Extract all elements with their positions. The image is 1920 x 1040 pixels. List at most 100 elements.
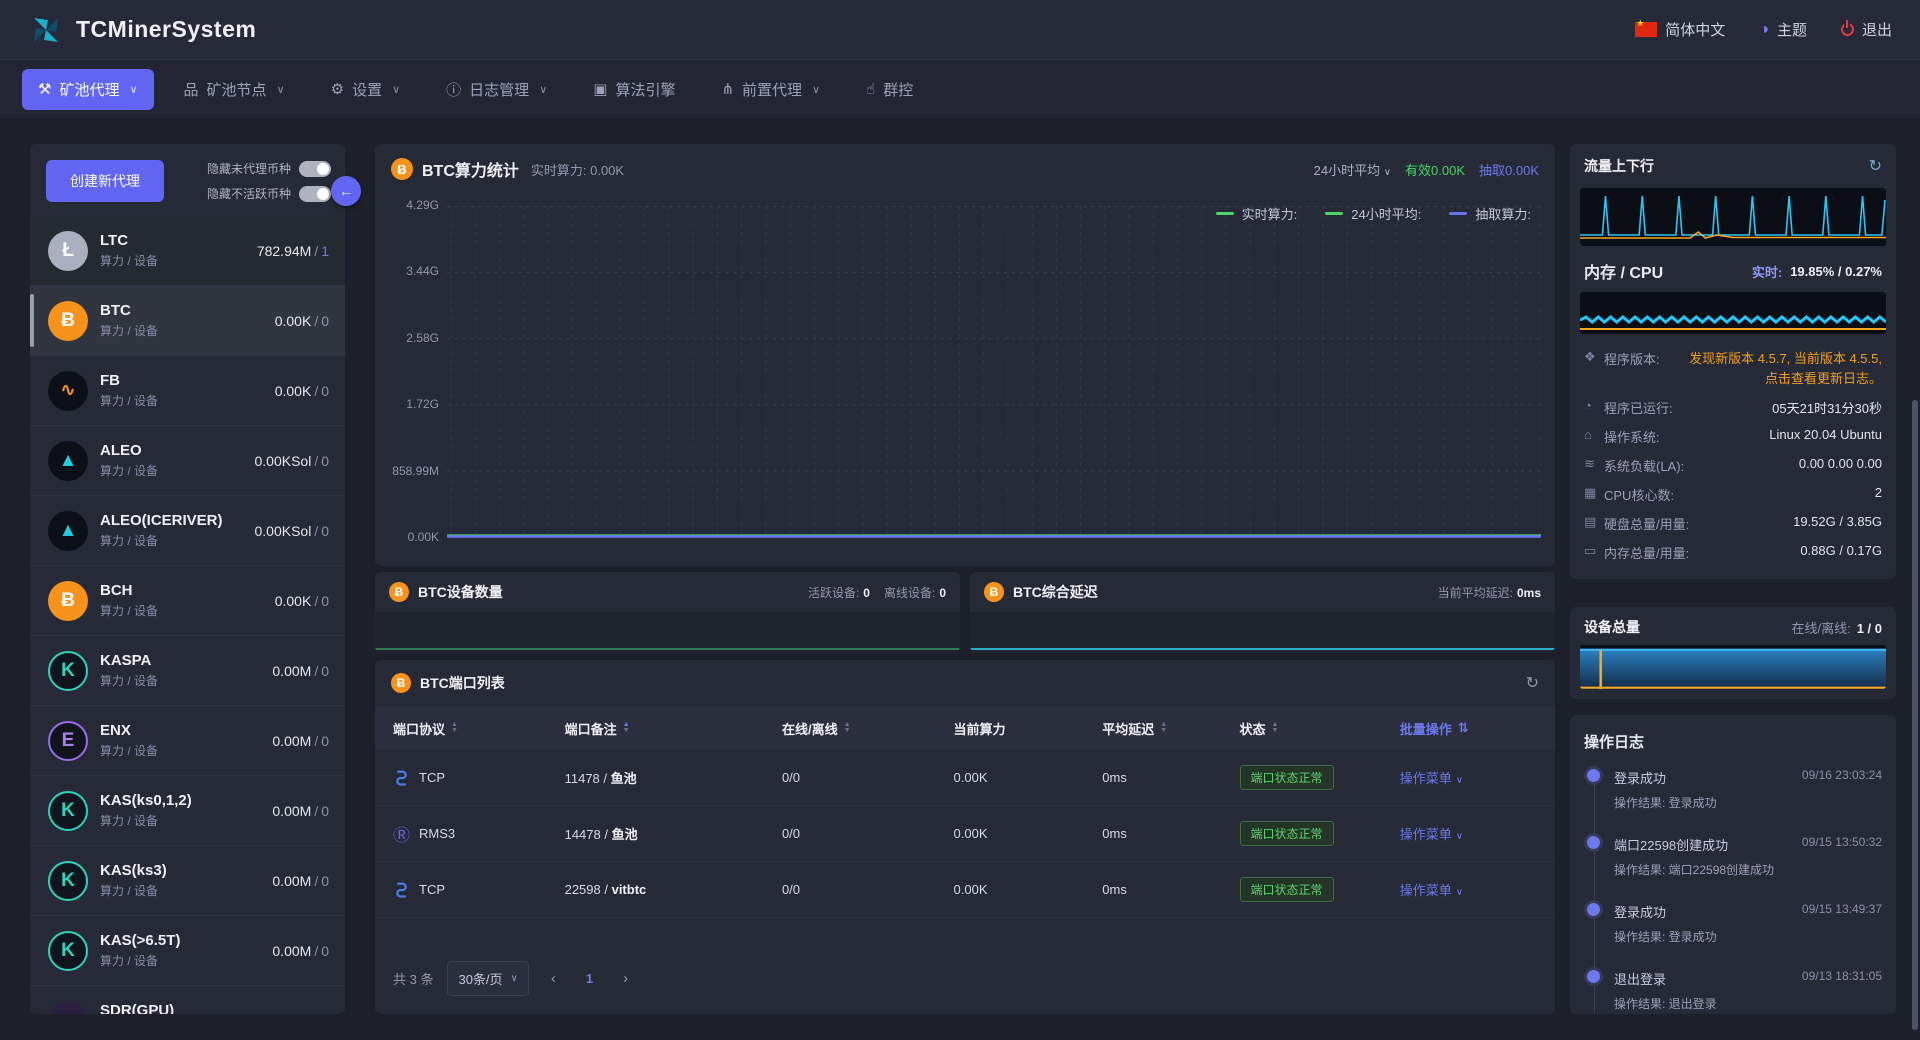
next-page-button[interactable]: ›	[615, 966, 636, 991]
coin-sidebar: 创建新代理 隐藏未代理币种 隐藏不活跃币种 ŁLTC算力 / 设备782.94M…	[30, 144, 345, 1014]
theme-switcher[interactable]: ◑ 主题	[1759, 19, 1807, 40]
coin-item-aleo[interactable]: ▲ALEO算力 / 设备0.00KSol/0	[30, 426, 345, 496]
coin-device-count: 0	[321, 383, 329, 399]
chevron-down-icon: ∨	[1456, 831, 1463, 842]
coin-item-enx[interactable]: EENX算力 / 设备0.00M/0	[30, 706, 345, 776]
coin-item-sdr-gpu[interactable]: ◈SDR(GPU)算力 / 设备0.00M/0	[30, 986, 345, 1014]
nav-item-front-proxy[interactable]: ⋔前置代理∨	[705, 69, 836, 110]
sort-icon[interactable]: ▲▼	[844, 722, 851, 734]
system-info-row: ◔程序已运行:05天21时31分30秒	[1584, 393, 1882, 422]
coin-item-kas-ks0-1-2[interactable]: KKAS(ks0,1,2)算力 / 设备0.00M/0	[30, 776, 345, 846]
logout-button[interactable]: 退出	[1841, 19, 1892, 40]
system-info-row: ▭内存总量/用量:0.88G / 0.17G	[1584, 538, 1882, 567]
info-row-label: 系统负载(LA):	[1604, 456, 1684, 475]
main-nav: ⚒矿池代理∨ 品矿池节点∨ ⚙设置∨ ⓘ日志管理∨ ▣算法引擎 ⋔前置代理∨ ☝群控	[0, 60, 1920, 118]
coin-item-bch[interactable]: ɃBCH算力 / 设备0.00K/0	[30, 566, 345, 636]
action-menu-button[interactable]: 操作菜单∨	[1400, 824, 1537, 843]
legend-item[interactable]: 抽取算力:	[1449, 204, 1531, 223]
column-header-5[interactable]: 平均延迟▲▼	[1102, 719, 1239, 738]
separator: /	[314, 593, 318, 609]
coin-name: BCH	[100, 582, 158, 599]
info-row-value[interactable]: 发现新版本 4.5.7, 当前版本 4.5.5, 点击查看更新日志。	[1682, 349, 1882, 388]
hashrate-panel: Ƀ BTC算力统计 实时算力: 0.00K 24小时平均 ∨ 有效0.00K 抽…	[375, 144, 1555, 566]
info-row-label: 程序已运行:	[1604, 398, 1673, 417]
coin-item-kas-ks3[interactable]: KKAS(ks3)算力 / 设备0.00M/0	[30, 846, 345, 916]
column-header-7[interactable]: 批量操作⇅	[1400, 719, 1537, 738]
tcp-protocol-icon	[393, 769, 410, 786]
coin-kas-ks0-1-2-icon: K	[48, 791, 88, 831]
info-row-icon: ◔	[1584, 398, 1604, 413]
sort-icon[interactable]: ▲▼	[1160, 722, 1167, 734]
prev-page-button[interactable]: ‹	[543, 966, 564, 991]
column-header-3[interactable]: 在线/离线▲▼	[782, 719, 954, 738]
refresh-icon[interactable]: ↻	[1526, 673, 1539, 693]
traffic-title: 流量上下行	[1584, 156, 1654, 176]
nav-item-group-control[interactable]: ☝群控	[850, 69, 929, 110]
coin-name: KASPA	[100, 652, 158, 669]
avg-selector[interactable]: 24小时平均 ∨	[1314, 160, 1391, 179]
coin-item-fb[interactable]: ∿FB算力 / 设备0.00K/0	[30, 356, 345, 426]
nav-item-miner-node[interactable]: 品矿池节点∨	[168, 69, 301, 110]
coin-item-btc[interactable]: ɃBTC算力 / 设备0.00K/0	[30, 286, 345, 356]
table-row: ⓇRMS314478 / 鱼池0/00.00K0ms端口状态正常操作菜单∨	[375, 806, 1555, 862]
nav-item-label: 矿池节点	[207, 79, 267, 100]
nav-item-miner-proxy[interactable]: ⚒矿池代理∨	[22, 69, 154, 110]
page-size-select[interactable]: 30条/页 ∨	[447, 961, 528, 996]
coin-hashrate: 0.00K	[275, 313, 312, 329]
hide-unproxied-toggle[interactable]	[299, 161, 331, 177]
coin-device-count: 0	[321, 453, 329, 469]
hide-inactive-toggle[interactable]	[299, 186, 331, 202]
coin-value: 0.00KSol/0	[254, 453, 329, 469]
column-header-1[interactable]: 端口协议▲▼	[393, 719, 565, 738]
page-number[interactable]: 1	[578, 967, 601, 990]
port-number: 11478 /	[565, 771, 611, 786]
language-switcher[interactable]: 简体中文	[1635, 19, 1725, 40]
port-table-body: TCP11478 / 鱼池0/00.00K0ms端口状态正常操作菜单∨ⓇRMS3…	[375, 750, 1555, 918]
coin-item-aleo-iceriver[interactable]: ▲ALEO(ICERIVER)算力 / 设备0.00KSol/0	[30, 496, 345, 566]
chevron-down-icon: ∨	[129, 83, 137, 96]
action-menu-button[interactable]: 操作菜单 ∨	[1400, 768, 1537, 787]
hide-inactive-label: 隐藏不活跃币种	[207, 185, 291, 202]
rms3-protocol-icon: Ⓡ	[393, 821, 410, 846]
coin-value: 0.00K/0	[275, 593, 329, 609]
separator: /	[314, 803, 318, 819]
legend-item[interactable]: 实时算力:	[1216, 204, 1298, 223]
nav-item-label: 群控	[883, 79, 913, 100]
column-header-6[interactable]: 状态▲▼	[1240, 719, 1400, 738]
sort-icon[interactable]: ▲▼	[451, 722, 458, 734]
btc-coin-icon: Ƀ	[984, 582, 1004, 602]
refresh-icon[interactable]: ↻	[1869, 156, 1882, 176]
action-label: 操作菜单	[1400, 771, 1452, 786]
coin-device-count: 0	[321, 663, 329, 679]
column-header-2[interactable]: 端口备注▲▼	[565, 719, 782, 738]
info-row-label: 程序版本:	[1604, 349, 1660, 368]
port-number: 22598 /	[565, 882, 612, 897]
page-scrollbar[interactable]	[1912, 400, 1918, 1030]
nav-item-algo-engine[interactable]: ▣算法引擎	[577, 69, 691, 110]
device-total-title: 设备总量	[1584, 617, 1640, 637]
sidebar-collapse-button[interactable]: ←	[331, 176, 361, 206]
online-offline-cell: 0/0	[782, 882, 954, 897]
coin-hashrate: 0.00M	[272, 803, 311, 819]
column-header-4[interactable]: 当前算力	[954, 719, 1103, 738]
chevron-down-icon: ∨	[812, 83, 820, 96]
sort-icon[interactable]: ▲▼	[623, 722, 630, 734]
sort-icon[interactable]: ▲▼	[1272, 722, 1279, 734]
coin-ltc-icon: Ł	[48, 231, 88, 271]
nav-item-log-manage[interactable]: ⓘ日志管理∨	[430, 69, 563, 110]
nav-item-label: 算法引擎	[615, 79, 675, 100]
create-proxy-button[interactable]: 创建新代理	[46, 160, 164, 202]
coin-item-kaspa[interactable]: KKASPA算力 / 设备0.00M/0	[30, 636, 345, 706]
status-cell: 端口状态正常	[1240, 877, 1400, 902]
chevron-down-icon: ∨	[1456, 887, 1463, 898]
coin-info: KAS(ks0,1,2)算力 / 设备	[100, 792, 192, 829]
coin-item-kas-6-5t[interactable]: KKAS(>6.5T)算力 / 设备0.00M/0	[30, 916, 345, 986]
caret-down-icon: ▼	[844, 728, 851, 734]
legend-item[interactable]: 24小时平均:	[1325, 204, 1421, 223]
coin-item-ltc[interactable]: ŁLTC算力 / 设备782.94M/1	[30, 216, 345, 286]
nav-item-settings[interactable]: ⚙设置∨	[315, 69, 417, 110]
chevron-down-icon: ∨	[1456, 775, 1463, 786]
action-menu-button[interactable]: 操作菜单∨	[1400, 880, 1537, 899]
info-row-value: 19.52G / 3.85G	[1793, 514, 1882, 529]
log-dot-icon	[1587, 903, 1600, 916]
